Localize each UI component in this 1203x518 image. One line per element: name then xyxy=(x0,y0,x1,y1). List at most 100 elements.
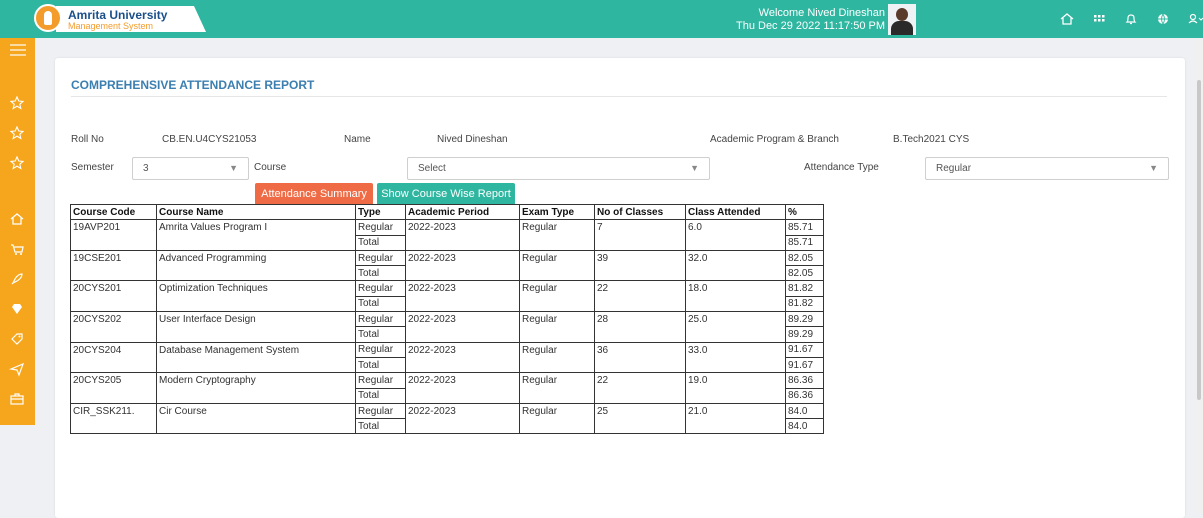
bell-icon[interactable] xyxy=(1122,10,1140,28)
table-total-row: Total 82.05 xyxy=(70,265,824,282)
attendance-type-select[interactable]: Regular ▼ xyxy=(925,157,1169,180)
top-bar: Amrita University Management System Welc… xyxy=(0,0,1203,38)
table-cell-empty xyxy=(156,235,356,251)
semester-select-value: 3 xyxy=(143,163,149,174)
table-cell-empty xyxy=(685,388,786,404)
table-cell-period: 2022-2023 xyxy=(405,219,520,236)
table-cell-name: Cir Course xyxy=(156,402,356,419)
table-cell-empty xyxy=(70,265,157,282)
home-icon[interactable] xyxy=(1058,10,1076,28)
table-cell-pct: 82.05 xyxy=(785,249,824,267)
send-icon[interactable] xyxy=(8,360,26,378)
app-logo[interactable]: Amrita University Management System xyxy=(34,4,206,34)
table-cell-exam: Regular xyxy=(519,280,595,297)
table-total-row: Total 91.67 xyxy=(70,356,824,374)
total-percent: 82.05 xyxy=(785,265,824,282)
table-cell-empty xyxy=(519,388,595,404)
table-cell-exam: Regular xyxy=(519,249,595,266)
table-cell-empty xyxy=(70,235,157,251)
rocket-icon[interactable] xyxy=(8,270,26,288)
table-cell-pct: 81.82 xyxy=(785,280,824,297)
table-cell-empty xyxy=(519,357,595,374)
table-cell-empty xyxy=(156,265,356,282)
scrollbar-thumb[interactable] xyxy=(1197,80,1201,400)
course-select[interactable]: Select ▼ xyxy=(407,157,710,180)
column-header: No of Classes xyxy=(594,203,686,221)
program-value: B.Tech2021 CYS xyxy=(893,134,970,145)
table-cell-attended: 21.0 xyxy=(685,402,786,419)
home-icon[interactable] xyxy=(8,210,26,228)
total-percent: 86.36 xyxy=(785,387,824,404)
star-icon[interactable] xyxy=(8,94,26,112)
star-icon[interactable] xyxy=(8,124,26,142)
table-cell-code: CIR_SSK211. xyxy=(70,402,157,419)
apps-grid-icon[interactable] xyxy=(1090,10,1108,28)
table-total-row: Total 81.82 xyxy=(70,295,824,313)
table-cell-attended: 33.0 xyxy=(685,341,786,358)
page-scrollbar[interactable] xyxy=(1195,40,1203,513)
attendance-summary-button[interactable]: Attendance Summary xyxy=(255,183,373,205)
menu-icon[interactable] xyxy=(10,44,26,58)
course-wise-report-button[interactable]: Show Course Wise Report xyxy=(377,183,515,205)
diamond-icon[interactable] xyxy=(8,300,26,318)
name-value: Nived Dineshan xyxy=(437,134,508,145)
table-cell-code: 19AVP201 xyxy=(70,219,157,236)
sidebar xyxy=(0,38,35,425)
total-label: Total xyxy=(355,418,406,435)
table-cell-name: Database Management System xyxy=(156,341,356,358)
total-label: Total xyxy=(355,234,406,251)
table-cell-empty xyxy=(519,235,595,251)
table-cell-name: Advanced Programming xyxy=(156,249,356,266)
table-cell-attended: 25.0 xyxy=(685,311,786,327)
table-cell-empty xyxy=(156,388,356,404)
table-cell-empty xyxy=(405,357,520,374)
chevron-down-icon: ▼ xyxy=(690,163,699,173)
user-avatar[interactable] xyxy=(888,4,916,35)
globe-icon[interactable] xyxy=(1154,10,1172,28)
total-percent: 81.82 xyxy=(785,295,824,313)
table-cell-pct: 89.29 xyxy=(785,311,824,328)
table-cell-empty xyxy=(594,418,686,435)
table-cell-period: 2022-2023 xyxy=(405,372,520,389)
table-cell-empty xyxy=(685,418,786,435)
table-cell-name: Amrita Values Program I xyxy=(156,219,356,236)
app-title: Amrita University xyxy=(68,8,168,22)
semester-select[interactable]: 3 ▼ xyxy=(132,157,249,180)
table-row: 20CYS202 User Interface Design Regular 2022… xyxy=(70,311,824,328)
tag-icon[interactable] xyxy=(8,330,26,348)
table-cell-empty xyxy=(156,418,356,435)
welcome-block: Welcome Nived Dineshan Thu Dec 29 2022 1… xyxy=(736,7,885,33)
page-title: COMPREHENSIVE ATTENDANCE REPORT xyxy=(71,78,315,92)
table-cell-attended: 6.0 xyxy=(685,219,786,236)
table-cell-exam: Regular xyxy=(519,311,595,327)
briefcase-icon[interactable] xyxy=(8,390,26,408)
table-row: 19AVP201 Amrita Values Program I Regular 20… xyxy=(70,219,824,236)
table-cell-type: Regular xyxy=(355,249,406,266)
logo-emblem-icon xyxy=(34,4,62,32)
title-divider xyxy=(71,96,1167,97)
table-cell-empty xyxy=(70,357,157,374)
table-cell-exam: Regular xyxy=(519,219,595,236)
table-cell-exam: Regular xyxy=(519,402,595,419)
table-cell-classes: 28 xyxy=(594,311,686,327)
course-label: Course xyxy=(254,162,287,173)
table-cell-empty xyxy=(685,296,786,313)
table-cell-empty xyxy=(594,326,686,343)
table-cell-empty xyxy=(156,296,356,313)
course-select-value: Select xyxy=(418,163,446,174)
table-cell-attended: 19.0 xyxy=(685,372,786,389)
table-cell-empty xyxy=(519,265,595,282)
table-header-row: Course Code Course Name Type Academic Pe… xyxy=(70,203,824,221)
user-dropdown-icon[interactable] xyxy=(1186,10,1203,28)
total-label: Total xyxy=(355,295,406,313)
table-cell-empty xyxy=(685,235,786,251)
total-percent: 84.0 xyxy=(785,418,824,435)
total-label: Total xyxy=(355,265,406,282)
star-icon[interactable] xyxy=(8,154,26,172)
table-cell-empty xyxy=(594,265,686,282)
cart-icon[interactable] xyxy=(8,240,26,258)
table-cell-empty xyxy=(405,235,520,251)
table-cell-period: 2022-2023 xyxy=(405,402,520,419)
table-cell-empty xyxy=(405,296,520,313)
table-cell-type: Regular xyxy=(355,402,406,419)
